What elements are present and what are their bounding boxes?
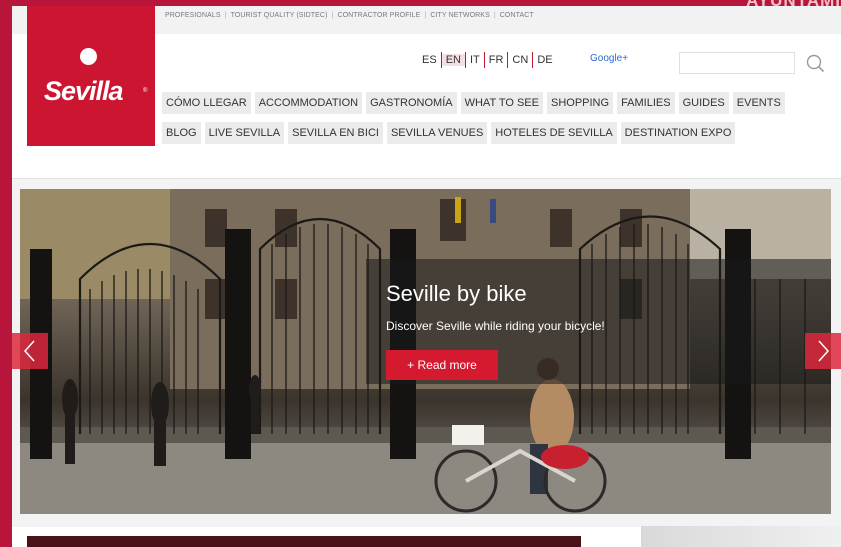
city-council-banner[interactable]: AYUNTAMI <box>731 0 841 10</box>
utility-links: PROFESIONALS | TOURIST QUALITY (SIDTEC) | CO… <box>165 12 534 19</box>
slide-image: Seville by bike Discover Seville while r… <box>20 189 831 514</box>
language-cn[interactable]: CN <box>508 54 532 66</box>
utility-separator: | <box>424 12 427 19</box>
slide-subtitle: Discover Seville while riding your bicyc… <box>386 319 605 333</box>
nav-item[interactable]: HOTELES DE SEVILLA <box>491 122 617 144</box>
nav-item[interactable]: DESTINATION EXPO <box>620 122 736 144</box>
logo-dot <box>80 48 97 65</box>
search-input[interactable] <box>679 52 795 74</box>
nav-item[interactable]: CÓMO LLEGAR <box>162 92 251 114</box>
utility-link[interactable]: CITY NETWORKS <box>430 12 490 19</box>
sevilla-logo[interactable]: Sevilla ® <box>27 6 155 146</box>
utility-link[interactable]: TOURIST QUALITY (SIDTEC) <box>231 12 328 19</box>
language-switcher: ES EN IT FR CN DE <box>418 52 557 68</box>
slider-prev-button[interactable] <box>12 333 48 369</box>
slide-caption: Seville by bike Discover Seville while r… <box>366 259 831 384</box>
language-es[interactable]: ES <box>418 54 441 66</box>
nav-item[interactable]: SEVILLA VENUES <box>386 122 488 144</box>
nav-item[interactable]: SEVILLA EN BICI <box>288 122 383 144</box>
utility-link[interactable]: CONTRACTOR PROFILE <box>337 12 420 19</box>
language-it[interactable]: IT <box>466 54 484 66</box>
utility-separator: | <box>493 12 496 19</box>
nav-item[interactable]: FAMILIES <box>617 92 675 114</box>
nav-item[interactable]: ACCOMMODATION <box>254 92 363 114</box>
logo-registered-mark: ® <box>143 88 148 94</box>
nav-item[interactable]: WHAT TO SEE <box>460 92 543 114</box>
side-image <box>641 526 841 547</box>
utility-link[interactable]: CONTACT <box>500 12 534 19</box>
page: PROFESIONALS | TOURIST QUALITY (SIDTEC) | CO… <box>12 6 841 547</box>
slide-title: Seville by bike <box>386 281 527 306</box>
hero-slider: Seville by bike Discover Seville while r… <box>12 178 841 527</box>
language-en[interactable]: EN <box>441 54 465 66</box>
search-icon[interactable] <box>804 52 826 74</box>
main-nav-row-2: BLOG LIVE SEVILLA SEVILLA EN BICI SEVILLA V… <box>162 122 736 144</box>
utility-separator: | <box>224 12 227 19</box>
language-fr[interactable]: FR <box>485 54 508 66</box>
read-more-button[interactable]: + Read more <box>386 350 498 380</box>
slider-next-button[interactable] <box>805 333 841 369</box>
nav-item[interactable]: LIVE SEVILLA <box>204 122 285 144</box>
nav-item[interactable]: BLOG <box>162 122 201 144</box>
main-nav-row-1: CÓMO LLEGAR ACCOMMODATION GASTRONOMÍA WHAT … <box>162 92 785 114</box>
nav-item[interactable]: GASTRONOMÍA <box>366 92 457 114</box>
chevron-right-icon <box>818 340 830 362</box>
utility-link[interactable]: PROFESIONALS <box>165 12 221 19</box>
utility-separator: | <box>331 12 334 19</box>
nav-item[interactable]: SHOPPING <box>546 92 614 114</box>
logo-text: Sevilla <box>44 76 124 106</box>
featured-panel <box>27 536 581 547</box>
google-plus-link[interactable]: Google+ <box>590 53 628 64</box>
city-council-text: AYUNTAMI <box>746 0 841 10</box>
language-de[interactable]: DE <box>533 54 556 66</box>
chevron-left-icon <box>23 340 35 362</box>
nav-item[interactable]: GUIDES <box>678 92 729 114</box>
nav-item[interactable]: EVENTS <box>732 92 785 114</box>
